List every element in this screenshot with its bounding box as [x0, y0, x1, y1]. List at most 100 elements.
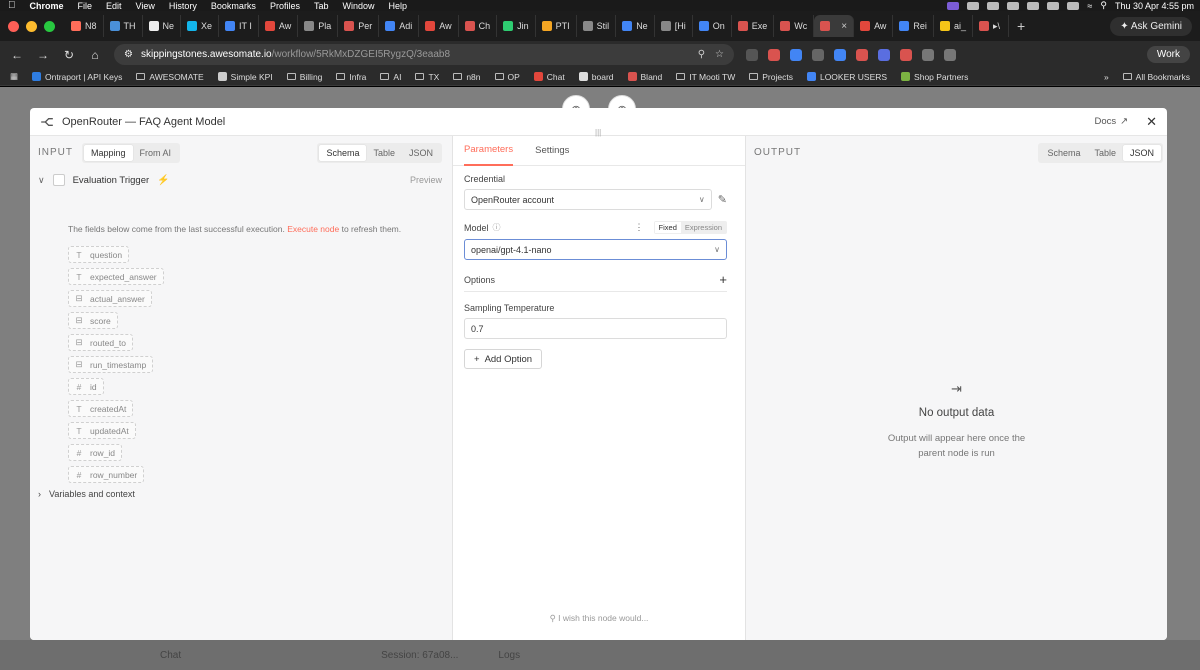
menu-window[interactable]: Window	[342, 1, 374, 11]
bookmark-item[interactable]: Projects	[749, 72, 793, 82]
close-tab-icon[interactable]: ×	[841, 21, 847, 32]
all-bookmarks[interactable]: All Bookmarks	[1122, 72, 1190, 82]
bookmark-item[interactable]: Ontraport | API Keys	[32, 72, 122, 82]
status-app-icon[interactable]	[1007, 1, 1020, 10]
menu-tab[interactable]: Tab	[314, 1, 329, 11]
browser-tab[interactable]: Aw	[259, 15, 299, 37]
bookmark-item[interactable]: board	[578, 72, 614, 82]
zoom-icon[interactable]: ⚲	[698, 49, 705, 60]
apps-grid-icon[interactable]: ▦	[10, 71, 18, 82]
extension-icon[interactable]	[768, 48, 780, 61]
extension-icon[interactable]	[812, 48, 824, 61]
status-app-icon[interactable]	[947, 1, 960, 10]
bookmark-item[interactable]: Chat	[533, 72, 565, 82]
ask-gemini-button[interactable]: ✦ Ask Gemini	[1110, 16, 1192, 36]
browser-tab[interactable]: Per	[338, 15, 380, 37]
bookmark-item[interactable]: Shop Partners	[901, 72, 968, 82]
clock[interactable]: Thu 30 Apr 4:55 pm	[1115, 1, 1194, 11]
zoom-window-button[interactable]	[44, 20, 55, 32]
docs-link[interactable]: Docs ↗	[1094, 116, 1128, 127]
bookmark-item[interactable]: Bland	[627, 72, 662, 82]
schema-field-pill[interactable]: ⊟ actual_answer	[68, 290, 152, 307]
execute-node-link[interactable]: Execute node	[287, 224, 339, 234]
status-app-icon[interactable]	[987, 1, 1000, 10]
menubar-app-name[interactable]: Chrome	[30, 1, 64, 11]
address-bar[interactable]: ⚙ skippingstones.awesomate.io/workflow/5…	[114, 44, 734, 65]
browser-tab[interactable]: Pla	[298, 15, 339, 37]
new-tab-button[interactable]: +	[1009, 18, 1033, 34]
browser-tab[interactable]: Ch	[459, 15, 498, 37]
browser-tab[interactable]: Xe	[181, 15, 220, 37]
wifi-icon[interactable]: ≈	[1087, 1, 1092, 11]
apple-icon[interactable]: 	[8, 0, 16, 11]
site-info-icon[interactable]: ⚙	[124, 49, 133, 60]
browser-tab[interactable]: Stil	[577, 15, 617, 37]
variables-context-row[interactable]: › Variables and context	[38, 489, 135, 499]
browser-tab[interactable]: Adi	[379, 15, 420, 37]
browser-tab[interactable]: On	[693, 15, 732, 37]
credential-select[interactable]: OpenRouter account ∨	[464, 189, 712, 210]
status-app-icon[interactable]	[967, 1, 980, 10]
schema-field-pill[interactable]: ⊟ score	[68, 312, 118, 329]
tab-parameters[interactable]: Parameters	[464, 136, 514, 166]
menu-help[interactable]: Help	[388, 1, 407, 11]
mapping-mode-button[interactable]: Mapping	[84, 145, 133, 161]
bookmark-item[interactable]: Simple KPI	[217, 72, 273, 82]
extension-icon[interactable]	[878, 48, 890, 61]
add-option-button[interactable]: + Add Option	[464, 349, 543, 369]
browser-tab[interactable]: ▸\	[973, 15, 1009, 37]
profile-button[interactable]: Work	[1146, 46, 1190, 63]
expression-toggle[interactable]: Expression	[681, 222, 726, 233]
bookmark-item[interactable]: IT Mooti TW	[676, 72, 735, 82]
browser-tab[interactable]: Jin	[497, 15, 536, 37]
bookmarks-overflow-icon[interactable]: »	[1104, 72, 1109, 82]
bookmark-item[interactable]: Billing	[286, 72, 322, 82]
bookmark-item[interactable]: TX	[415, 72, 439, 82]
bookmark-item[interactable]: AWESOMATE	[136, 72, 204, 82]
feedback-prompt[interactable]: ⚲ I wish this node would...	[453, 613, 745, 624]
browser-tab[interactable]: N8	[65, 15, 104, 37]
output-table-tab[interactable]: Table	[1087, 145, 1123, 161]
browser-tab[interactable]: Aw	[854, 15, 894, 37]
browser-tab[interactable]: [Hi	[655, 15, 693, 37]
tab-settings[interactable]: Settings	[535, 136, 569, 166]
fixed-toggle[interactable]: Fixed	[654, 222, 681, 233]
minimize-window-button[interactable]	[26, 20, 37, 32]
search-icon[interactable]: ⚲	[1100, 0, 1107, 11]
output-schema-tab[interactable]: Schema	[1040, 145, 1087, 161]
bookmark-star-icon[interactable]: ☆	[715, 49, 724, 60]
menu-bookmarks[interactable]: Bookmarks	[211, 1, 256, 11]
browser-tab[interactable]: ai_	[934, 15, 973, 37]
schema-field-pill[interactable]: Texpected_answer	[68, 268, 164, 285]
bookmark-item[interactable]: OP	[494, 72, 520, 82]
bookmark-item[interactable]: Infra	[336, 72, 366, 82]
extension-icon[interactable]	[900, 48, 912, 61]
battery-icon[interactable]	[1067, 1, 1080, 10]
input-json-tab[interactable]: JSON	[402, 145, 440, 161]
input-schema-tab[interactable]: Schema	[319, 145, 367, 161]
drag-handle-icon[interactable]: |||	[595, 128, 601, 137]
bookmark-item[interactable]: AI	[380, 72, 401, 82]
trigger-node-row[interactable]: ∨ Evaluation Trigger ⚡ Preview	[38, 174, 442, 186]
bookmark-item[interactable]: n8n	[453, 72, 481, 82]
browser-tab[interactable]: PTI	[536, 15, 577, 37]
schema-field-pill[interactable]: Tquestion	[68, 246, 130, 263]
help-icon[interactable]: ⓘ	[493, 222, 501, 233]
menu-edit[interactable]: Edit	[106, 1, 122, 11]
status-app-icon[interactable]	[1027, 1, 1040, 10]
browser-tab[interactable]: Rei	[893, 15, 934, 37]
input-table-tab[interactable]: Table	[366, 145, 402, 161]
extension-icon[interactable]	[856, 48, 868, 61]
back-icon[interactable]: ←	[10, 48, 24, 62]
more-options-icon[interactable]: ⋮	[635, 222, 644, 233]
schema-field-pill[interactable]: ⊟ run_timestamp	[68, 356, 154, 373]
menu-view[interactable]: View	[136, 1, 155, 11]
schema-field-pill[interactable]: ⊟ routed_to	[68, 334, 133, 351]
temperature-input[interactable]: 0.7	[464, 318, 727, 339]
browser-tab[interactable]: Exe	[732, 15, 775, 37]
browser-tab[interactable]: Ne	[143, 15, 182, 37]
bookmark-item[interactable]: LOOKER USERS	[806, 72, 887, 82]
menu-history[interactable]: History	[169, 1, 197, 11]
edit-pencil-icon[interactable]: ✎	[718, 193, 727, 206]
add-option-plus-icon[interactable]: +	[719, 272, 727, 287]
